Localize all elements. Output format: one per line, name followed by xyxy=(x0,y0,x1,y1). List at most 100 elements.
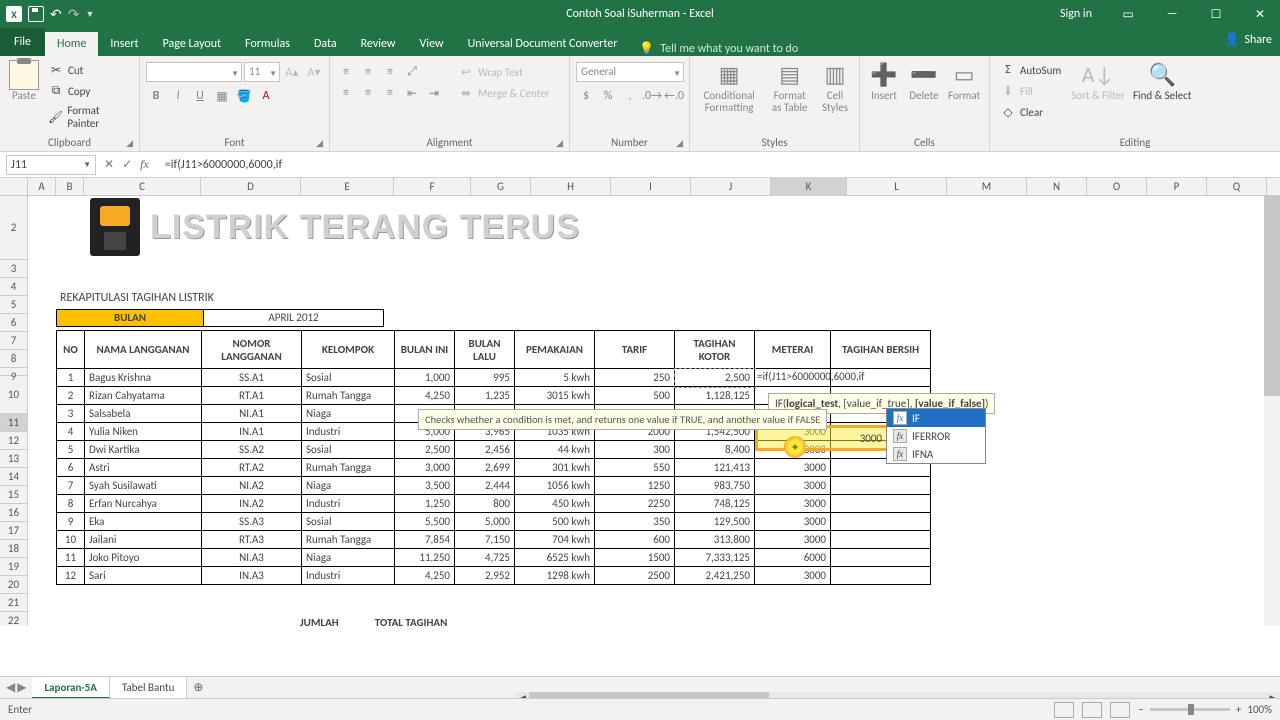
tab-data[interactable]: Data xyxy=(302,32,349,56)
dialog-launcher-icon[interactable]: ◢ xyxy=(126,138,133,149)
delete-cells-button[interactable]: ➖Delete xyxy=(904,58,944,104)
formula-autocomplete[interactable]: fxIF fxIFERROR fxIFNA xyxy=(886,408,986,464)
page-break-view-icon[interactable] xyxy=(1110,702,1130,718)
tab-view[interactable]: View xyxy=(408,32,456,56)
column-header[interactable]: G xyxy=(471,178,531,195)
column-header[interactable]: E xyxy=(301,178,394,195)
ribbon-display-icon[interactable]: ▭ xyxy=(1108,0,1148,28)
dialog-launcher-icon[interactable]: ◢ xyxy=(556,138,563,149)
vertical-scrollbar[interactable] xyxy=(1264,196,1280,626)
table-row[interactable]: 11Joko PitoyoNI.A3Niaga11,2504,7256525 k… xyxy=(57,549,931,567)
tab-insert[interactable]: Insert xyxy=(98,32,150,56)
autocomplete-item[interactable]: fxIFNA xyxy=(887,445,985,463)
row-header[interactable]: 7 xyxy=(0,332,27,350)
clear-button[interactable]: ◇Clear xyxy=(996,102,1065,122)
tab-udc[interactable]: Universal Document Converter xyxy=(456,32,630,56)
column-header[interactable]: O xyxy=(1087,178,1147,195)
cancel-formula-icon[interactable]: ✕ xyxy=(104,157,114,172)
row-header[interactable]: 21 xyxy=(0,594,27,612)
table-row[interactable]: 12SariIN.A3Industri4,2502,9521298 kwh250… xyxy=(57,567,931,585)
decrease-decimal-icon[interactable]: ←.0 xyxy=(664,86,684,106)
wrap-text-button[interactable]: ↩Wrap Text xyxy=(454,62,554,82)
fill-button[interactable]: ⬇Fill xyxy=(996,81,1065,101)
row-header[interactable]: 22 xyxy=(0,612,27,626)
row-header[interactable]: 12 xyxy=(0,432,27,450)
column-header[interactable]: F xyxy=(394,178,471,195)
sheet-tab-other[interactable]: Tabel Bantu xyxy=(110,677,187,699)
number-format-select[interactable]: General▼ xyxy=(576,62,684,82)
bold-icon[interactable]: B xyxy=(146,86,166,106)
sort-filter-button[interactable]: A↓Sort & Filter xyxy=(1067,58,1129,104)
align-center-icon[interactable]: ≡ xyxy=(358,83,378,103)
percent-icon[interactable]: % xyxy=(598,86,618,106)
cut-button[interactable]: ✂Cut xyxy=(44,60,135,80)
sheet-nav-next-icon[interactable]: ▶ xyxy=(17,680,26,695)
add-sheet-button[interactable]: ⊕ xyxy=(187,680,209,695)
align-right-icon[interactable]: ≡ xyxy=(380,83,400,103)
row-header[interactable]: 8 xyxy=(0,350,27,368)
align-middle-icon[interactable]: ≡ xyxy=(358,62,378,82)
share-button[interactable]: 👤Share xyxy=(1224,32,1272,47)
zoom-out-icon[interactable]: − xyxy=(1138,703,1143,716)
row-header[interactable]: 13 xyxy=(0,450,27,468)
conditional-formatting-button[interactable]: ▦Conditional Formatting xyxy=(694,58,764,116)
row-header[interactable]: 15 xyxy=(0,486,27,504)
table-row[interactable]: 9EkaSS.A3Sosial5,5005,000500 kwh350129,5… xyxy=(57,513,931,531)
row-header[interactable]: 18 xyxy=(0,540,27,558)
format-painter-button[interactable]: 🖌Format Painter xyxy=(44,102,135,132)
select-all-cells[interactable] xyxy=(0,178,28,195)
sheet-nav-prev-icon[interactable]: ◀ xyxy=(6,680,15,695)
table-row[interactable]: 8Erfan NurcahyaIN.A2Industri1,250800450 … xyxy=(57,495,931,513)
row-header[interactable]: 3 xyxy=(0,260,27,278)
row-header[interactable]: 6 xyxy=(0,314,27,332)
fx-icon[interactable]: fx xyxy=(140,157,149,172)
signin-link[interactable]: Sign in xyxy=(1060,7,1092,21)
column-header[interactable]: Q xyxy=(1207,178,1267,195)
format-cells-button[interactable]: ▭Format xyxy=(944,58,984,104)
column-header[interactable]: B xyxy=(56,178,84,195)
autocomplete-item[interactable]: fxIF xyxy=(887,409,985,427)
font-size-select[interactable]: 11▼ xyxy=(244,62,280,82)
row-header[interactable]: 11 xyxy=(0,414,27,432)
font-color-icon[interactable]: A xyxy=(256,86,276,106)
cell-styles-button[interactable]: ▥Cell Styles xyxy=(815,58,855,116)
row-header[interactable]: 5 xyxy=(0,296,27,314)
tab-home[interactable]: Home xyxy=(45,32,98,56)
column-header[interactable]: N xyxy=(1027,178,1087,195)
row-header[interactable]: 10 xyxy=(0,376,27,414)
currency-icon[interactable]: $ xyxy=(576,86,596,106)
normal-view-icon[interactable] xyxy=(1054,702,1074,718)
align-top-icon[interactable]: ≡ xyxy=(336,62,356,82)
tab-formulas[interactable]: Formulas xyxy=(233,32,302,56)
formula-bar[interactable]: =if(J11>6000000,6000,if xyxy=(161,158,1280,172)
column-header[interactable]: H xyxy=(531,178,611,195)
row-header[interactable]: 14 xyxy=(0,468,27,486)
autosum-button[interactable]: ΣAutoSum xyxy=(996,60,1065,80)
sheet-tab-active[interactable]: Laporan-5A xyxy=(32,677,110,699)
comma-icon[interactable]: , xyxy=(620,86,640,106)
italic-icon[interactable]: I xyxy=(168,86,188,106)
underline-icon[interactable]: U xyxy=(190,86,210,106)
column-header[interactable]: K xyxy=(771,178,847,195)
undo-icon[interactable]: ↶ xyxy=(50,6,62,23)
align-left-icon[interactable]: ≡ xyxy=(336,83,356,103)
font-name-select[interactable]: ▼ xyxy=(146,62,242,82)
column-header[interactable]: J xyxy=(691,178,771,195)
copy-button[interactable]: ⧉Copy xyxy=(44,81,135,101)
row-header[interactable]: 16 xyxy=(0,504,27,522)
dialog-launcher-icon[interactable]: ◢ xyxy=(676,138,683,149)
close-icon[interactable]: ✕ xyxy=(1240,0,1280,28)
paste-button[interactable]: Paste xyxy=(4,58,44,104)
decrease-indent-icon[interactable]: ⇤ xyxy=(402,83,422,103)
zoom-in-icon[interactable]: + xyxy=(1236,703,1241,716)
orientation-icon[interactable]: ⤢ xyxy=(402,62,422,82)
align-bottom-icon[interactable]: ≡ xyxy=(380,62,400,82)
table-row[interactable]: 6AstriRT.A2Rumah Tangga3,0002,699301 kwh… xyxy=(57,459,931,477)
page-layout-view-icon[interactable] xyxy=(1082,702,1102,718)
insert-cells-button[interactable]: ➕Insert xyxy=(864,58,904,104)
column-header[interactable]: A xyxy=(28,178,56,195)
maximize-icon[interactable]: ☐ xyxy=(1196,0,1236,28)
autocomplete-item[interactable]: fxIFERROR xyxy=(887,427,985,445)
row-header[interactable]: 9 xyxy=(0,368,27,376)
column-header[interactable]: C xyxy=(84,178,201,195)
